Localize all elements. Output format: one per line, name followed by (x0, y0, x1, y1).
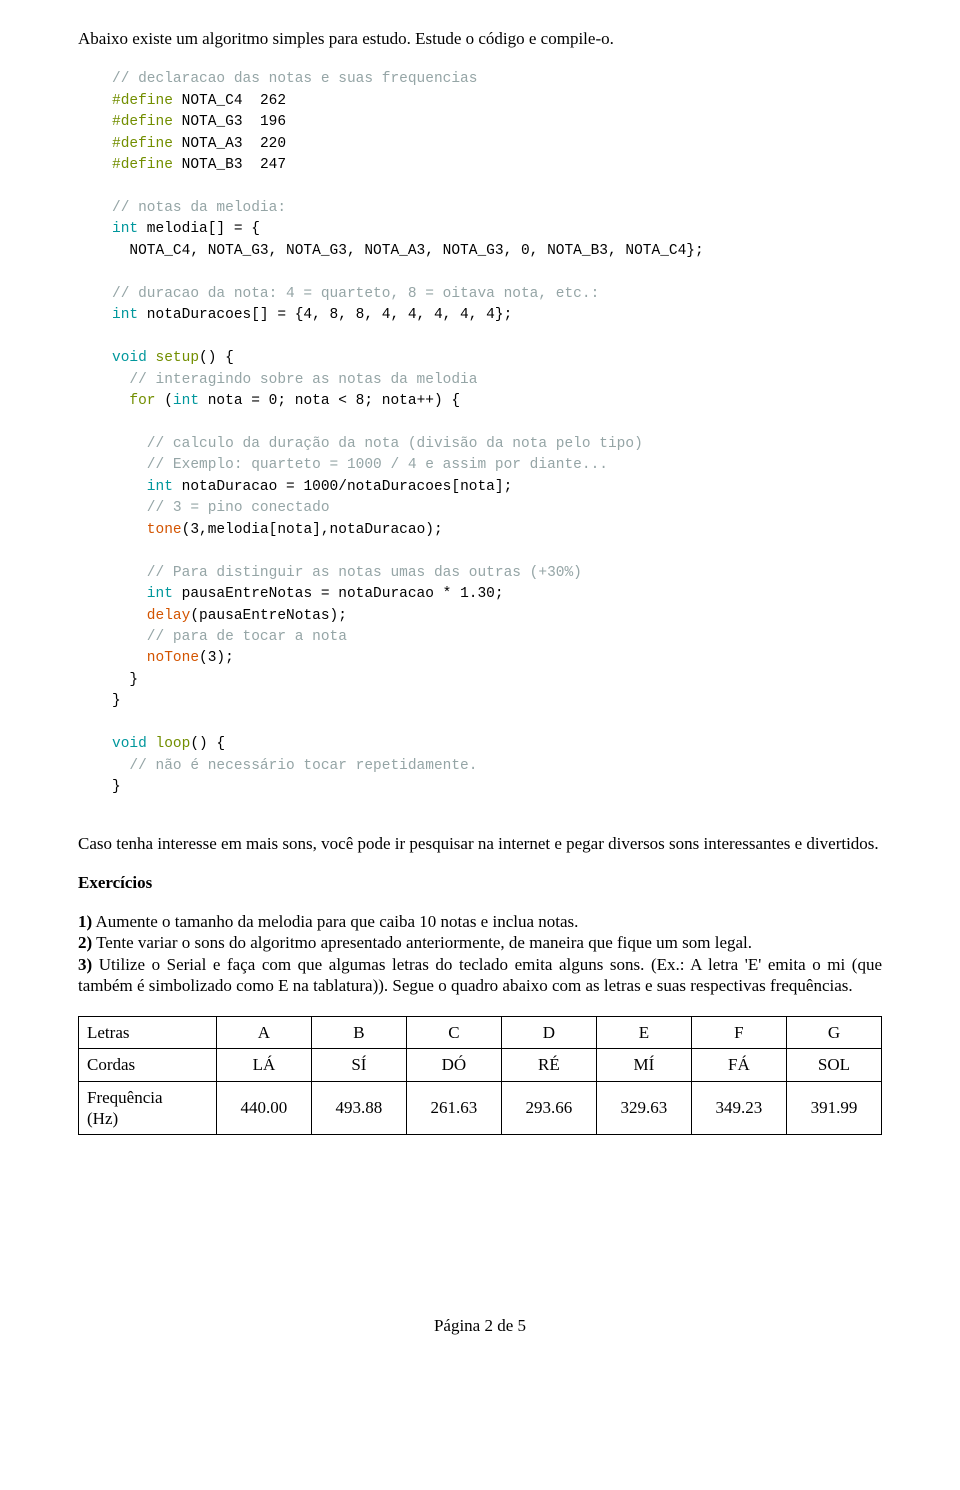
loop-fn: loop (156, 736, 191, 752)
code-comment: // para de tocar a nota (112, 629, 347, 645)
code-text: NOTA_A3 220 (182, 136, 286, 152)
exercise-2-number: 2) (78, 933, 92, 952)
table-cell: E (596, 1017, 691, 1049)
code-text: ( (156, 393, 173, 409)
exercise-list: 1) Aumente o tamanho da melodia para que… (78, 911, 882, 996)
code-comment: // não é necessário tocar repetidamente. (112, 758, 477, 774)
table-cell: 329.63 (596, 1081, 691, 1135)
delay-fn: delay (112, 608, 190, 624)
exercise-2-text: Tente variar o sons do algoritmo apresen… (92, 933, 752, 952)
table-row: Frequência (Hz) 440.00 493.88 261.63 293… (79, 1081, 882, 1135)
code-text: notaDuracoes[] = {4, 8, 8, 4, 4, 4, 4, 4… (138, 307, 512, 323)
define-keyword: #define (112, 157, 173, 173)
code-sample: // declaracao das notas e suas frequenci… (112, 69, 882, 798)
notone-fn: noTone (112, 650, 199, 666)
code-comment: // calculo da duração da nota (divisão d… (112, 436, 643, 452)
table-cell: 293.66 (501, 1081, 596, 1135)
code-comment: // interagindo sobre as notas da melodia (112, 372, 477, 388)
intro-paragraph: Abaixo existe um algoritmo simples para … (78, 28, 882, 49)
exercicios-heading: Exercícios (78, 872, 882, 893)
table-cell: LÁ (216, 1049, 311, 1081)
type-keyword: int (112, 307, 138, 323)
code-text: (3,melodia[nota],notaDuracao); (182, 522, 443, 538)
table-cell: MÍ (596, 1049, 691, 1081)
code-text: pausaEntreNotas = notaDuracao * 1.30; (173, 586, 504, 602)
type-keyword: int (112, 479, 173, 495)
code-text: } (112, 779, 121, 795)
code-text: NOTA_C4 262 (182, 93, 286, 109)
exercise-1-text: Aumente o tamanho da melodia para que ca… (92, 912, 578, 931)
code-comment: // Para distinguir as notas umas das out… (112, 565, 582, 581)
table-cell: 440.00 (216, 1081, 311, 1135)
table-cell: SOL (786, 1049, 881, 1081)
void-keyword: void (112, 350, 147, 366)
void-keyword: void (112, 736, 147, 752)
table-cell: Cordas (79, 1049, 217, 1081)
table-cell: Frequência (Hz) (79, 1081, 217, 1135)
code-comment: // Exemplo: quarteto = 1000 / 4 e assim … (112, 457, 608, 473)
code-text: () { (199, 350, 234, 366)
table-row: Cordas LÁ SÍ DÓ RÉ MÍ FÁ SOL (79, 1049, 882, 1081)
table-cell: SÍ (311, 1049, 406, 1081)
for-keyword: for (112, 393, 156, 409)
define-keyword: #define (112, 136, 173, 152)
code-comment: // duracao da nota: 4 = quarteto, 8 = oi… (112, 286, 599, 302)
type-keyword: int (112, 586, 173, 602)
code-text: NOTA_C4, NOTA_G3, NOTA_G3, NOTA_A3, NOTA… (112, 243, 704, 259)
code-comment: // declaracao das notas e suas frequenci… (112, 71, 477, 87)
table-cell: 391.99 (786, 1081, 881, 1135)
table-cell: B (311, 1017, 406, 1049)
table-cell: A (216, 1017, 311, 1049)
define-keyword: #define (112, 93, 173, 109)
code-text: (pausaEntreNotas); (190, 608, 347, 624)
code-text: (3); (199, 650, 234, 666)
tone-fn: tone (112, 522, 182, 538)
table-cell: C (406, 1017, 501, 1049)
code-text: } (112, 672, 138, 688)
table-cell: FÁ (691, 1049, 786, 1081)
exercise-3-number: 3) (78, 955, 92, 974)
table-cell: Letras (79, 1017, 217, 1049)
code-comment: // notas da melodia: (112, 200, 286, 216)
table-cell: 261.63 (406, 1081, 501, 1135)
notes-table: Letras A B C D E F G Cordas LÁ SÍ DÓ RÉ … (78, 1016, 882, 1135)
type-keyword: int (112, 221, 138, 237)
exercise-1-number: 1) (78, 912, 92, 931)
page-footer: Página 2 de 5 (78, 1315, 882, 1336)
code-comment: // 3 = pino conectado (112, 500, 330, 516)
exercise-3-text: Utilize o Serial e faça com que algumas … (78, 955, 882, 995)
paragraph-sons: Caso tenha interesse em mais sons, você … (78, 833, 882, 854)
table-cell: DÓ (406, 1049, 501, 1081)
table-cell: F (691, 1017, 786, 1049)
code-text: } (112, 693, 121, 709)
code-text: () { (190, 736, 225, 752)
setup-fn: setup (156, 350, 200, 366)
table-cell: D (501, 1017, 596, 1049)
code-text: NOTA_G3 196 (182, 114, 286, 130)
table-cell: 349.23 (691, 1081, 786, 1135)
code-text: melodia[] = { (138, 221, 260, 237)
code-text: NOTA_B3 247 (182, 157, 286, 173)
table-cell: G (786, 1017, 881, 1049)
table-cell: RÉ (501, 1049, 596, 1081)
code-text: notaDuracao = 1000/notaDuracoes[nota]; (173, 479, 512, 495)
table-row: Letras A B C D E F G (79, 1017, 882, 1049)
define-keyword: #define (112, 114, 173, 130)
table-cell: 493.88 (311, 1081, 406, 1135)
type-keyword: int (173, 393, 199, 409)
code-text: nota = 0; nota < 8; nota++) { (199, 393, 460, 409)
